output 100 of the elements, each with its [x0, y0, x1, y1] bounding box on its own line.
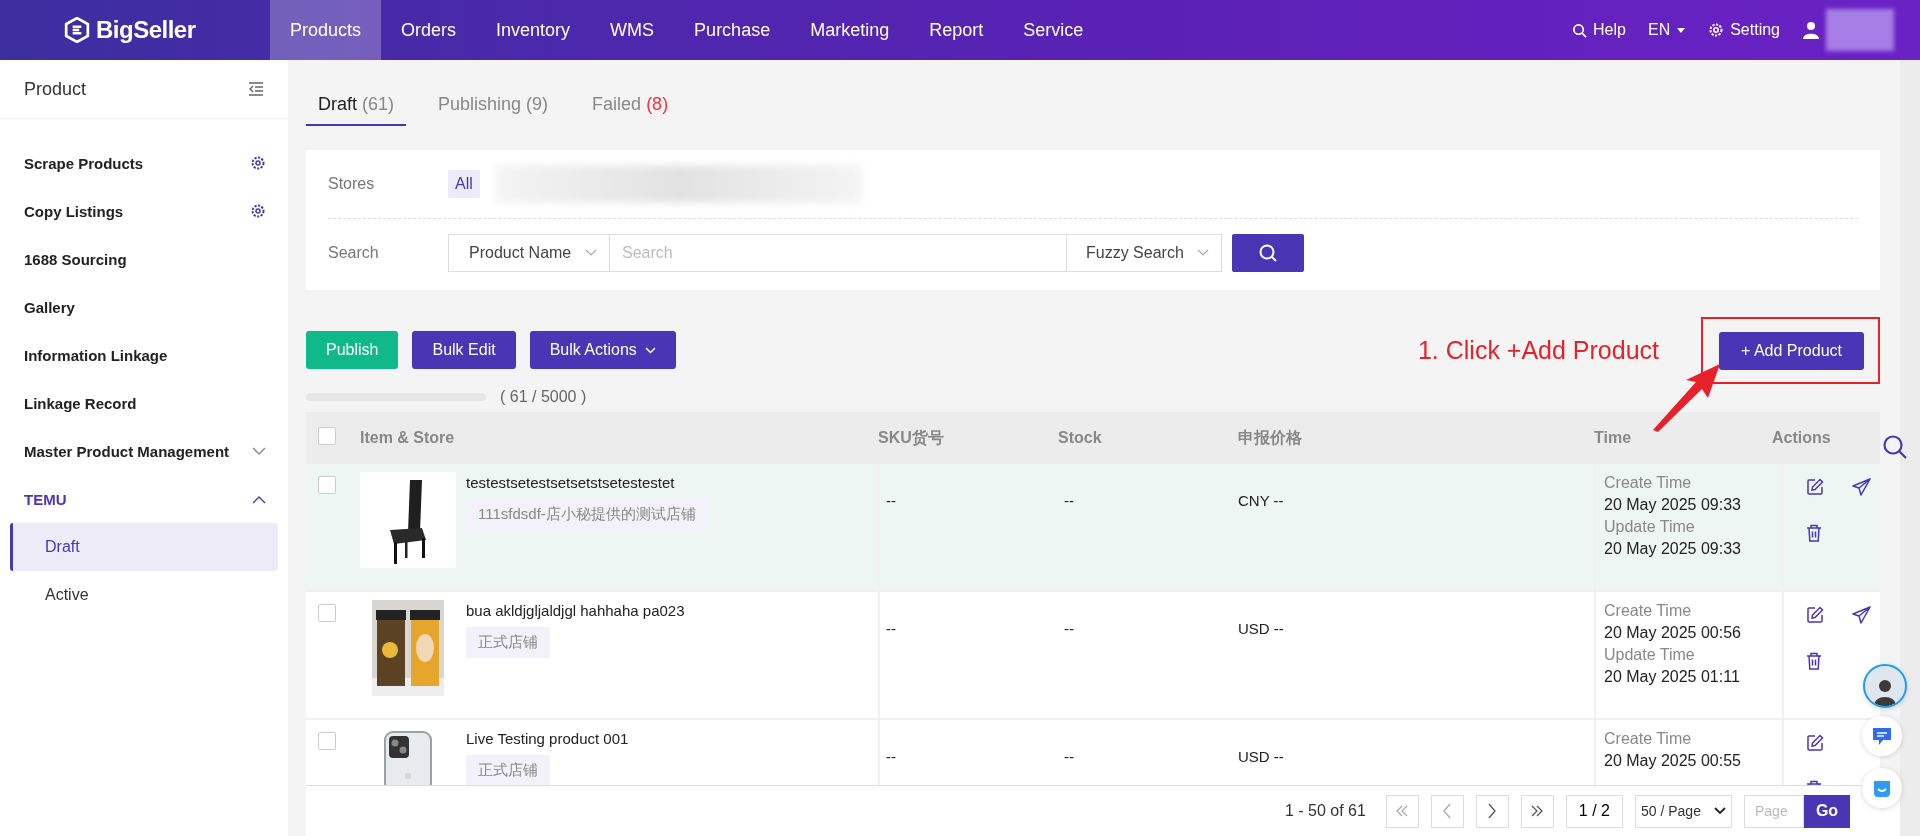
time-value: 20 May 2025 00:56: [1604, 624, 1742, 642]
table-cell: --: [886, 620, 896, 637]
store-tag: 正式店铺: [466, 627, 550, 658]
select-all-checkbox[interactable]: [318, 427, 336, 445]
nav-tab[interactable]: Inventory: [476, 0, 591, 60]
double-chevron-right-icon: [1530, 805, 1545, 817]
time-value: 20 May 2025 09:33: [1604, 496, 1742, 514]
product-name: testestsetestsetsetstsetestestet: [466, 474, 675, 491]
edit-icon[interactable]: [1806, 606, 1824, 624]
column-header: Time: [1594, 429, 1632, 446]
table-cell: CNY --: [1238, 492, 1284, 509]
table-cell: --: [1064, 492, 1074, 509]
sidebar-item[interactable]: Gallery: [0, 283, 288, 331]
settings-icon: [1708, 22, 1725, 38]
settings-icon: [250, 203, 266, 219]
sidebar-subitem[interactable]: Draft: [10, 523, 278, 571]
time-label: Create Time: [1604, 602, 1693, 620]
blurred-redaction: [1826, 9, 1894, 51]
page-indicator: 1 / 2: [1565, 794, 1623, 828]
caret-icon: [1676, 26, 1687, 34]
sidebar-item[interactable]: TEMU: [0, 475, 288, 523]
column-header: Stock: [1058, 429, 1102, 446]
chat-icon: [1871, 725, 1893, 747]
time-value: 20 May 2025 00:55: [1604, 752, 1742, 770]
search-icon[interactable]: [1882, 434, 1908, 460]
store-tag: 正式店铺: [466, 755, 550, 785]
page-summary: 1 - 50 of 61: [1284, 802, 1366, 820]
table-cell: --: [886, 492, 896, 509]
row-checkbox[interactable]: [318, 732, 336, 750]
sidebar-item[interactable]: Linkage Record: [0, 379, 288, 427]
search-field[interactable]: Search: [610, 234, 1066, 272]
nav-tab[interactable]: Marketing: [790, 0, 910, 60]
product-name: bua akldjgljaldjgl hahhaha pa023: [466, 602, 685, 619]
time-value: 20 May 2025 01:11: [1604, 668, 1741, 686]
sidebar-item[interactable]: Copy Listings: [0, 187, 288, 235]
edit-icon[interactable]: [1806, 734, 1824, 752]
table-cell: --: [886, 748, 896, 765]
row-checkbox[interactable]: [318, 604, 336, 622]
go-button[interactable]: Go: [1804, 794, 1850, 828]
tab[interactable]: Draft (61): [306, 84, 407, 126]
sidebar-subitem[interactable]: Active: [10, 571, 278, 619]
chevron-down-icon: [1714, 807, 1726, 815]
nav-tab[interactable]: Service: [1003, 0, 1104, 60]
chevron-up-icon: [252, 494, 266, 504]
search-type-select[interactable]: Product Name: [448, 234, 610, 272]
time-label: Create Time: [1604, 474, 1693, 492]
page-jump-field[interactable]: Page: [1744, 794, 1804, 828]
match-mode-select[interactable]: Fuzzy Search: [1066, 234, 1222, 272]
delete-icon[interactable]: [1806, 652, 1822, 670]
chevron-down-icon: [585, 249, 597, 257]
store-tag: 111sfdsdf-店小秘提供的测试店铺: [466, 499, 708, 530]
chevron-down-icon: [252, 446, 266, 456]
chevron-right-icon: [1487, 803, 1498, 819]
tab[interactable]: Failed (8): [580, 84, 681, 126]
table-cell: --: [1064, 620, 1074, 637]
store-chip[interactable]: All: [448, 170, 480, 198]
nav-tab[interactable]: WMS: [590, 0, 675, 60]
bulk-actions-button[interactable]: Bulk Actions: [529, 331, 676, 369]
time-label: Create Time: [1604, 730, 1693, 748]
send-icon[interactable]: [1852, 478, 1871, 496]
column-header: Actions: [1772, 429, 1831, 446]
sidebar-item[interactable]: Master Product Management: [0, 427, 288, 475]
sidebar-item[interactable]: 1688 Sourcing: [0, 235, 288, 283]
table-cell: USD --: [1238, 748, 1284, 765]
time-label: Update Time: [1604, 646, 1696, 664]
logo-icon: [64, 17, 90, 43]
send-icon[interactable]: [1852, 606, 1871, 624]
search-button[interactable]: [1232, 234, 1304, 272]
nav-tab[interactable]: Report: [909, 0, 1004, 60]
column-header: SKU货号: [878, 428, 944, 446]
language-select[interactable]: EN: [1647, 21, 1687, 39]
nav-tab[interactable]: Products: [270, 0, 382, 60]
scrollbar[interactable]: [1900, 60, 1920, 836]
user-icon[interactable]: [1802, 21, 1820, 39]
chevron-left-icon: [1442, 803, 1453, 819]
help-link[interactable]: Help: [1572, 21, 1626, 39]
nav-tab[interactable]: Orders: [381, 0, 477, 60]
collapse-icon[interactable]: [248, 82, 264, 96]
settings-icon: [250, 155, 266, 171]
time-label: Update Time: [1604, 518, 1696, 536]
sidebar-item[interactable]: Information Linkage: [0, 331, 288, 379]
search-label: Search: [328, 244, 380, 262]
time-value: 20 May 2025 09:33: [1604, 540, 1742, 558]
double-chevron-left-icon: [1395, 805, 1410, 817]
setting-link[interactable]: Setting: [1708, 21, 1780, 39]
stores-label: Stores: [328, 175, 376, 193]
brand-name: BigSeller: [96, 16, 196, 44]
column-header: 申报价格: [1238, 428, 1302, 446]
row-checkbox[interactable]: [318, 476, 336, 494]
bulk-edit-button[interactable]: Bulk Edit: [412, 331, 516, 369]
page-size-select[interactable]: 50 / Page: [1635, 794, 1732, 828]
table-cell: USD --: [1238, 620, 1284, 637]
delete-icon[interactable]: [1806, 524, 1822, 542]
edit-icon[interactable]: [1806, 478, 1824, 496]
next-page-button[interactable]: [1475, 794, 1509, 828]
nav-tab[interactable]: Purchase: [674, 0, 791, 60]
sidebar-title: Product: [24, 78, 87, 100]
add-product-button[interactable]: + Add Product: [1719, 331, 1864, 370]
search-icon: [1258, 243, 1278, 263]
sidebar-item[interactable]: Scrape Products: [0, 139, 288, 187]
